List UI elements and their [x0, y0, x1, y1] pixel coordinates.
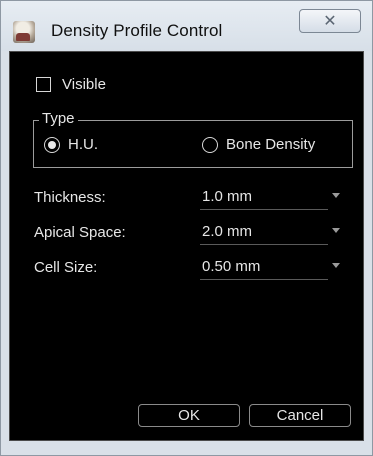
apical-space-value: 2.0 mm — [202, 223, 253, 240]
dialog-content: Visible Type H.U. Bone Density Thickness… — [9, 51, 364, 441]
radio-bone-density-label: Bone Density — [226, 136, 316, 153]
visible-checkbox[interactable] — [36, 77, 51, 92]
dental-scan-icon — [13, 21, 35, 43]
apical-space-label: Apical Space: — [34, 224, 126, 241]
title-bar[interactable]: Density Profile Control ✕ — [1, 1, 372, 51]
visible-label: Visible — [62, 76, 106, 93]
chevron-down-icon[interactable] — [332, 193, 340, 198]
cell-size-label: Cell Size: — [34, 259, 98, 276]
thickness-underline — [200, 209, 328, 210]
visible-checkbox-row[interactable]: Visible — [36, 76, 106, 93]
close-button[interactable]: ✕ — [299, 9, 361, 33]
radio-bone-density-circle[interactable] — [202, 136, 218, 153]
ok-button[interactable]: OK — [138, 404, 240, 427]
apical-space-dropdown[interactable]: 2.0 mm — [200, 223, 340, 245]
radio-hu-label: H.U. — [68, 136, 98, 153]
cancel-button[interactable]: Cancel — [249, 404, 351, 427]
apical-space-underline — [200, 244, 328, 245]
thickness-value: 1.0 mm — [202, 188, 253, 205]
cell-size-underline — [200, 279, 328, 280]
radio-hu[interactable]: H.U. — [44, 136, 98, 153]
cell-size-value: 0.50 mm — [202, 258, 261, 275]
thickness-dropdown[interactable]: 1.0 mm — [200, 188, 340, 210]
window-title: Density Profile Control — [51, 21, 223, 40]
radio-bone-density[interactable]: Bone Density — [202, 136, 315, 153]
chevron-down-icon[interactable] — [332, 228, 340, 233]
cell-size-dropdown[interactable]: 0.50 mm — [200, 258, 340, 280]
thickness-label: Thickness: — [34, 189, 106, 206]
chevron-down-icon[interactable] — [332, 263, 340, 268]
close-icon: ✕ — [323, 13, 337, 30]
radio-hu-circle[interactable] — [44, 136, 60, 153]
type-groupbox: Type H.U. Bone Density — [33, 110, 353, 168]
dialog-window: Density Profile Control ✕ Visible Type H… — [0, 0, 373, 456]
type-group-legend: Type — [39, 110, 78, 127]
